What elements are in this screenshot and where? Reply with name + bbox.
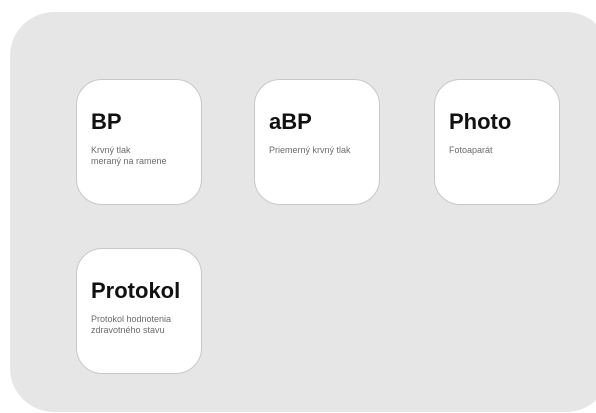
tile-title: Photo [449, 109, 512, 134]
tile-photo[interactable]: Photo Fotoaparát [434, 79, 560, 205]
tile-protokol[interactable]: Protokol Protokol hodnotenia zdravotného… [76, 248, 202, 374]
tile-description: Priemerný krvný tlak [269, 145, 351, 155]
tile-abp[interactable]: aBP Priemerný krvný tlak [254, 79, 380, 205]
tile-title: Protokol [91, 278, 181, 303]
tile-bp[interactable]: BP Krvný tlak meraný na ramene [76, 79, 202, 205]
tile-description: Protokol hodnotenia zdravotného stavu [91, 314, 172, 335]
menu-panel: BP Krvný tlak meraný na ramene aBP Priem… [10, 12, 596, 412]
tile-title: BP [91, 109, 122, 134]
tile-description: Krvný tlak meraný na ramene [91, 145, 167, 166]
tile-title: aBP [269, 109, 312, 134]
tile-description: Fotoaparát [449, 145, 493, 155]
